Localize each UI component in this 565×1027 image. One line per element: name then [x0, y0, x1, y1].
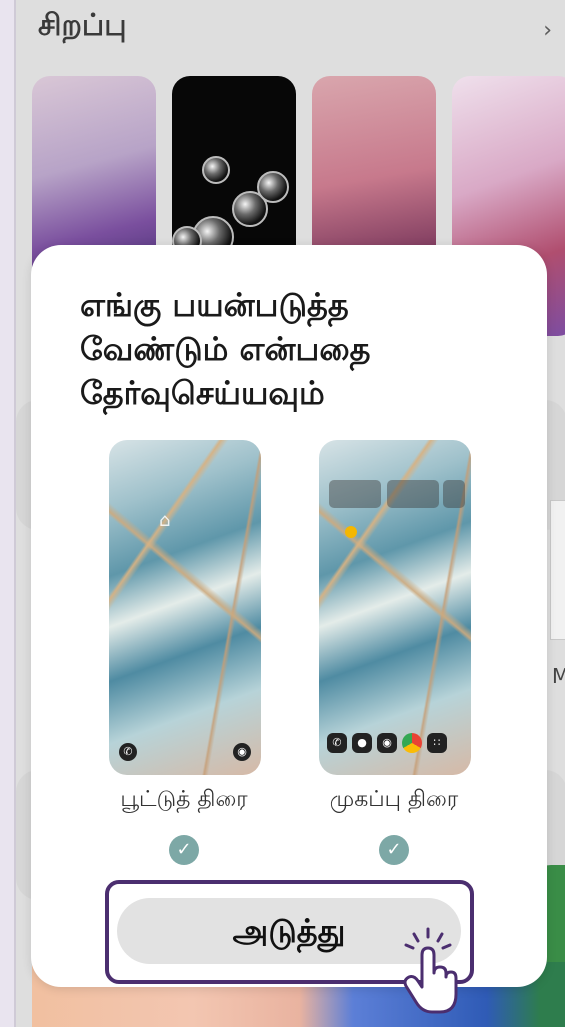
chevron-right-icon[interactable]: ›	[543, 18, 552, 43]
lock-clock-glyph: ⌂	[159, 510, 171, 531]
widget-tile	[329, 480, 381, 508]
tap-hand-icon	[403, 927, 458, 1014]
lock-screen-preview[interactable]: ⌂ ✆ ◉	[109, 440, 261, 775]
contacts-icon: ●	[352, 733, 372, 753]
app-dock: ✆ ● ◉ ∷	[327, 733, 447, 753]
home-screen-option[interactable]: ✆ ● ◉ ∷ முகப்பு திரை ✓	[289, 440, 499, 865]
widget-tile	[387, 480, 439, 508]
phone-icon: ✆	[327, 733, 347, 753]
lock-screen-option[interactable]: ⌂ ✆ ◉ பூட்டுத் திரை ✓	[79, 440, 289, 865]
check-icon[interactable]: ✓	[169, 835, 199, 865]
home-screen-preview[interactable]: ✆ ● ◉ ∷	[319, 440, 471, 775]
lock-screen-label: பூட்டுத் திரை	[120, 787, 248, 812]
camera-icon: ◉	[233, 743, 251, 761]
side-partial-text: MD	[552, 664, 565, 688]
phone-icon: ✆	[119, 743, 137, 761]
home-screen-label: முகப்பு திரை	[329, 787, 459, 812]
dialog-title: எங்கு பயன்படுத்த வேண்டும் என்பதை தேர்வுச…	[80, 286, 371, 412]
weather-sun-icon	[345, 526, 357, 538]
widget-tile	[443, 480, 465, 508]
featured-section-header[interactable]: சிறப்பு ›	[38, 8, 558, 52]
document-thumbnail	[550, 500, 565, 640]
featured-section-title: சிறப்பு	[38, 8, 127, 43]
chrome-icon	[402, 733, 422, 753]
check-icon[interactable]: ✓	[379, 835, 409, 865]
camera-icon: ◉	[377, 733, 397, 753]
apps-icon: ∷	[427, 733, 447, 753]
apply-wallpaper-dialog: எங்கு பயன்படுத்த வேண்டும் என்பதை தேர்வுச…	[31, 245, 547, 987]
